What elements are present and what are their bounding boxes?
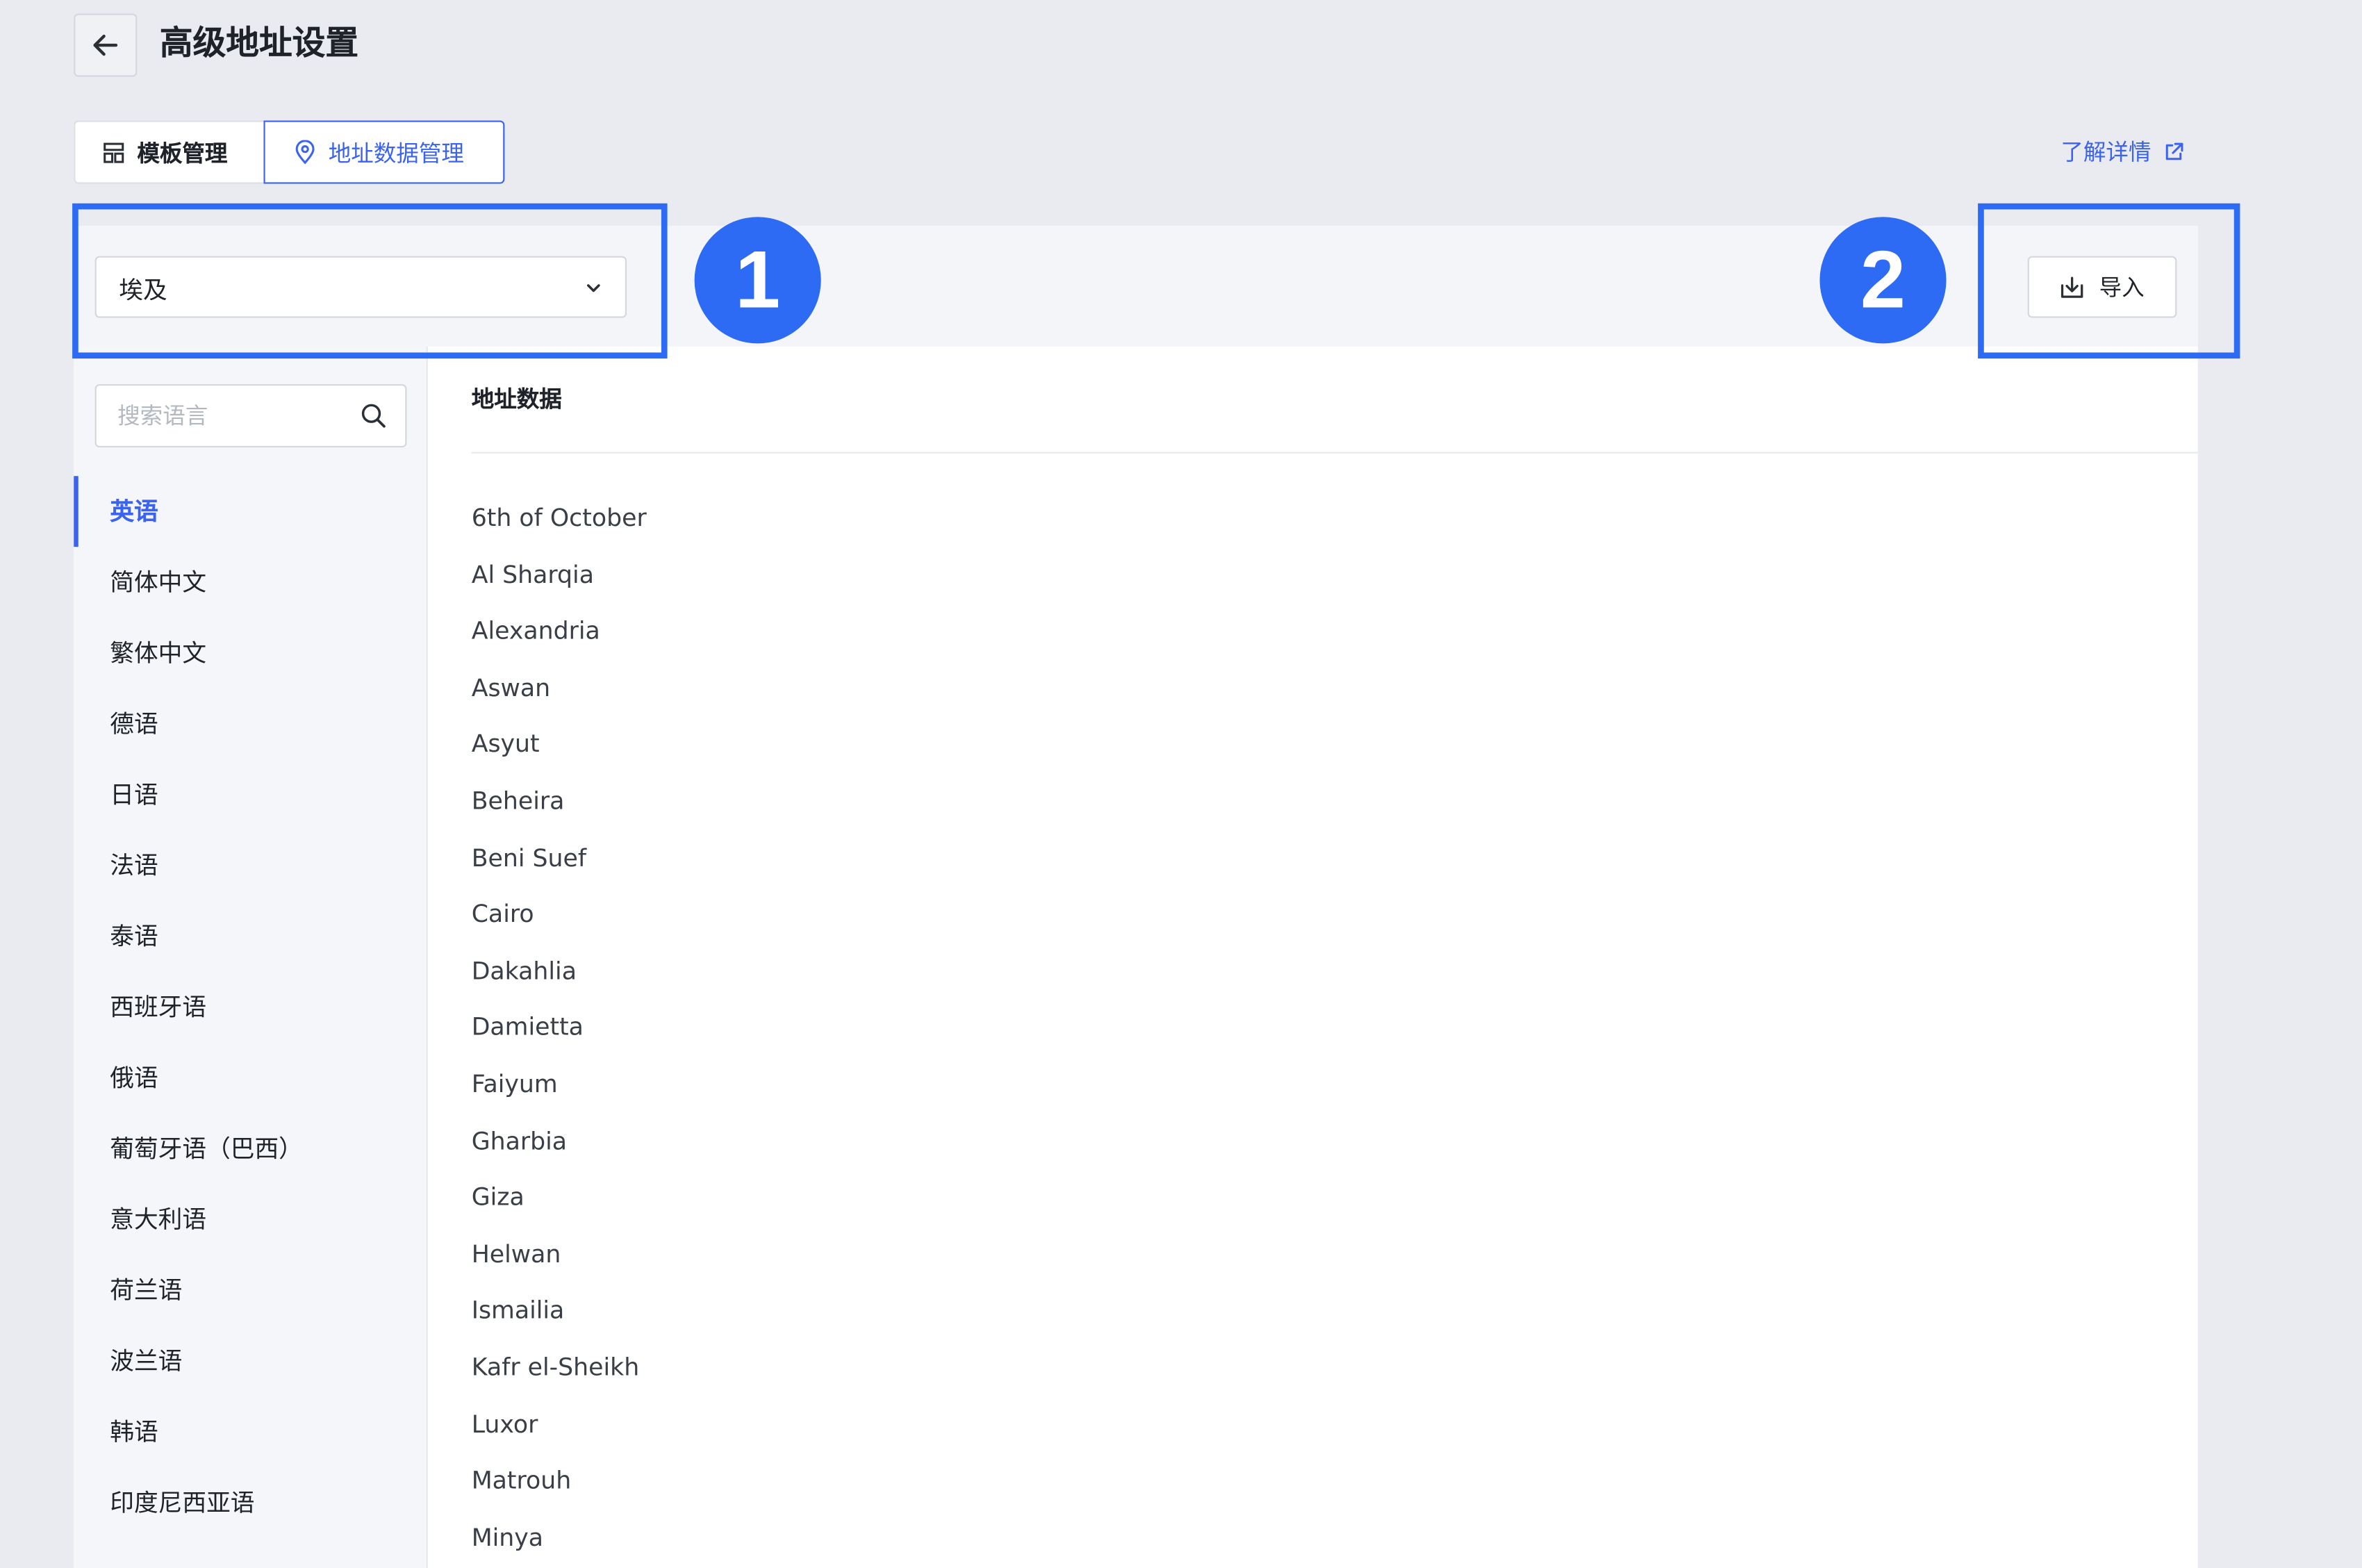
back-button[interactable] xyxy=(74,13,138,77)
list-item: Al Sharqia xyxy=(471,559,594,588)
language-list: 英语 简体中文 繁体中文 德语 日语 法语 泰语 西班牙语 俄语 葡萄牙语（巴西… xyxy=(74,476,426,1538)
list-item: Alexandria xyxy=(471,616,600,645)
sidebar-item-thai[interactable]: 泰语 xyxy=(74,901,426,972)
list-item: 6th of October xyxy=(471,503,647,532)
list-item: Ismailia xyxy=(471,1296,565,1325)
list-item: Damietta xyxy=(471,1012,584,1042)
callout-badge-1: 1 xyxy=(694,217,821,344)
list-item: Helwan xyxy=(471,1239,561,1269)
sidebar-item-italian[interactable]: 意大利语 xyxy=(74,1184,426,1255)
app-window: 高级地址设置 模板管理 地址数据管理 了解详情 埃及 导入 1 2 搜索语言 英… xyxy=(0,0,2362,1568)
sidebar-item-german[interactable]: 德语 xyxy=(74,688,426,759)
list-item: Beheira xyxy=(471,786,565,816)
layout-icon xyxy=(102,141,125,164)
language-search-input[interactable] xyxy=(117,402,329,429)
list-item: Beni Suef xyxy=(471,843,587,872)
callout-badge-2: 2 xyxy=(1819,217,1947,344)
list-item: Faiyum xyxy=(471,1069,558,1098)
address-data-heading: 地址数据 xyxy=(471,386,562,413)
list-item: Dakahlia xyxy=(471,956,577,985)
search-icon[interactable] xyxy=(360,402,387,429)
divider xyxy=(471,452,2198,454)
sidebar-item-traditional-chinese[interactable]: 繁体中文 xyxy=(74,618,426,688)
page-title: 高级地址设置 xyxy=(159,25,359,64)
list-item: Aswan xyxy=(471,672,551,702)
sidebar-item-english[interactable]: 英语 xyxy=(74,476,426,547)
list-item: Luxor xyxy=(471,1409,538,1438)
sidebar-item-portuguese-brazil[interactable]: 葡萄牙语（巴西） xyxy=(74,1113,426,1184)
location-pin-icon xyxy=(294,140,317,165)
list-item: Matrouh xyxy=(471,1466,572,1495)
list-item: Gharbia xyxy=(471,1125,568,1155)
language-search xyxy=(94,383,407,448)
list-item: Giza xyxy=(471,1182,525,1212)
tab-label: 地址数据管理 xyxy=(328,139,464,167)
address-data-list: 6th of October Al Sharqia Alexandria Asw… xyxy=(472,490,647,1566)
arrow-left-icon xyxy=(89,28,122,62)
sidebar-item-dutch[interactable]: 荷兰语 xyxy=(74,1255,426,1326)
callout-frame-import xyxy=(1978,203,2240,359)
sidebar-item-french[interactable]: 法语 xyxy=(74,830,426,901)
list-item: Minya xyxy=(471,1522,544,1551)
learn-more-link[interactable]: 了解详情 xyxy=(2060,135,2184,167)
sidebar-item-indonesian[interactable]: 印度尼西亚语 xyxy=(74,1467,426,1538)
sidebar-item-russian[interactable]: 俄语 xyxy=(74,1043,426,1114)
tab-address-data-management[interactable]: 地址数据管理 xyxy=(263,120,505,184)
list-item: Cairo xyxy=(471,899,534,929)
tab-label: 模板管理 xyxy=(137,139,228,167)
sidebar-item-korean[interactable]: 韩语 xyxy=(74,1396,426,1467)
tab-template-management[interactable]: 模板管理 xyxy=(74,120,265,184)
list-item: Asyut xyxy=(471,729,540,759)
sidebar-item-simplified-chinese[interactable]: 简体中文 xyxy=(74,547,426,618)
external-link-icon xyxy=(2163,141,2184,162)
sidebar-item-polish[interactable]: 波兰语 xyxy=(74,1326,426,1396)
list-item: Kafr el-Sheikh xyxy=(471,1353,640,1382)
sidebar-item-spanish[interactable]: 西班牙语 xyxy=(74,972,426,1043)
callout-frame-country-select xyxy=(72,203,668,359)
sidebar-item-japanese[interactable]: 日语 xyxy=(74,759,426,830)
learn-more-label: 了解详情 xyxy=(2060,138,2152,166)
